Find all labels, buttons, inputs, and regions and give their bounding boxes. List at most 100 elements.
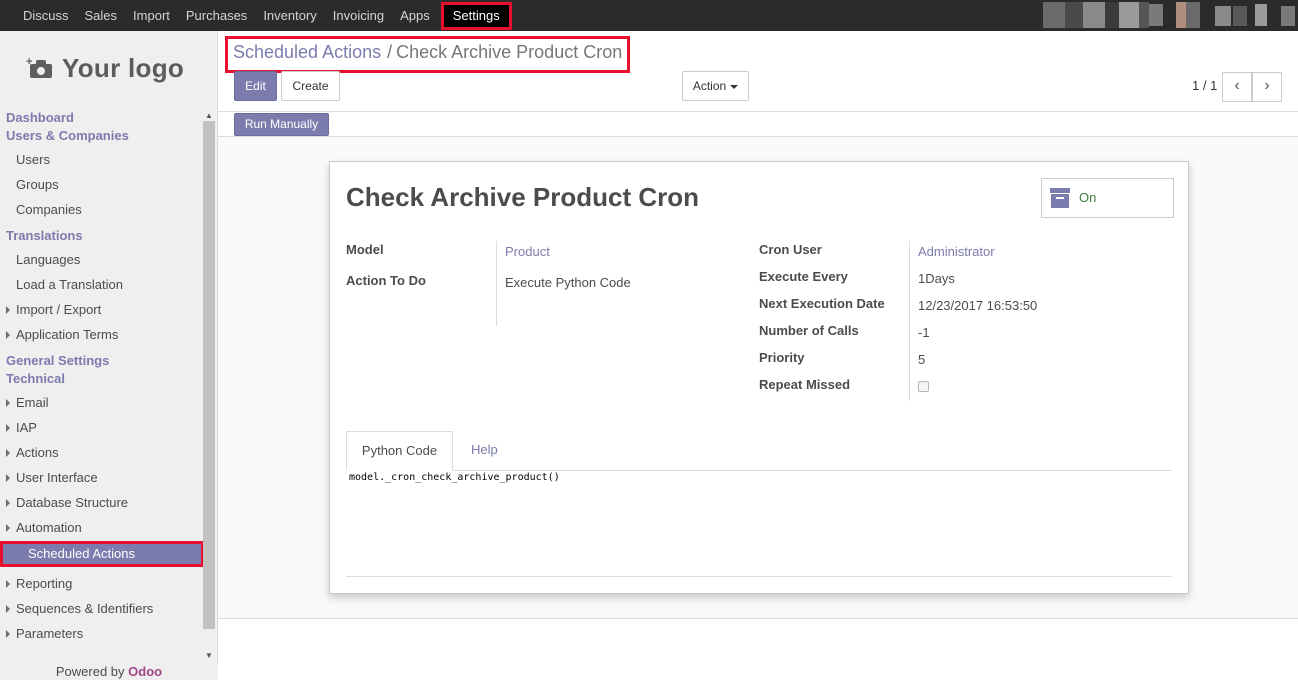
action-dropdown[interactable]: Action xyxy=(682,71,749,101)
caret-right-icon xyxy=(6,423,10,432)
sidebar-item-languages[interactable]: Languages xyxy=(0,247,203,272)
field-value-next-execution-date[interactable]: 12/23/2017 16:53:50 xyxy=(918,298,1037,313)
sidebar-item-label: Database Structure xyxy=(16,495,129,510)
sidebar-item-label: Reporting xyxy=(16,576,73,591)
blurred-user-area[interactable] xyxy=(1043,2,1298,28)
form-sheet: Check Archive Product Cron On Model Acti… xyxy=(329,161,1189,594)
sidebar-item-technical[interactable]: Technical xyxy=(0,370,203,388)
field-label-priority: Priority xyxy=(759,350,805,365)
sidebar-item-label: User Interface xyxy=(16,470,98,485)
notebook-tabs: Python Code Help xyxy=(346,431,1172,471)
sheet-footer-divider xyxy=(346,576,1172,577)
odoo-link[interactable]: Odoo xyxy=(128,664,162,679)
repeat-missed-checkbox[interactable] xyxy=(918,381,929,392)
caret-right-icon xyxy=(6,330,10,339)
status-bar: Run Manually xyxy=(218,111,1298,137)
caret-right-icon xyxy=(6,305,10,314)
logo-text: Your logo xyxy=(62,53,185,83)
sidebar-item-import-export[interactable]: Import / Export xyxy=(0,297,203,322)
breadcrumb-parent[interactable]: Scheduled Actions xyxy=(233,42,381,62)
field-divider xyxy=(496,241,497,326)
sidebar-menu: Dashboard Users & Companies Users Groups… xyxy=(0,106,204,646)
powered-by-text: Powered by xyxy=(55,664,125,679)
sidebar-item-label: Email xyxy=(16,395,49,410)
field-value-execute-every[interactable]: 1Days xyxy=(918,271,955,286)
sidebar-item-load-translation[interactable]: Load a Translation xyxy=(0,272,203,297)
pager-next-button[interactable]: › xyxy=(1252,72,1282,102)
caret-right-icon xyxy=(6,473,10,482)
sidebar-item-label: Actions xyxy=(16,445,59,460)
pager-previous-button[interactable]: ‹ xyxy=(1222,72,1252,102)
sidebar-item-users[interactable]: Users xyxy=(0,147,203,172)
menu-settings[interactable]: Settings xyxy=(440,1,512,30)
field-value-action-to-do[interactable]: Execute Python Code xyxy=(505,275,631,290)
sidebar-item-user-interface[interactable]: User Interface xyxy=(0,465,203,490)
caret-right-icon xyxy=(6,629,10,638)
field-label-number-of-calls: Number of Calls xyxy=(759,323,859,338)
menu-purchases[interactable]: Purchases xyxy=(178,0,255,31)
edit-button[interactable]: Edit xyxy=(234,71,277,101)
run-manually-button[interactable]: Run Manually xyxy=(234,113,329,136)
sidebar-item-actions[interactable]: Actions xyxy=(0,440,203,465)
field-value-number-of-calls[interactable]: -1 xyxy=(918,325,930,340)
menu-inventory[interactable]: Inventory xyxy=(255,0,324,31)
create-button[interactable]: Create xyxy=(281,71,340,101)
menu-import[interactable]: Import xyxy=(125,0,178,31)
tab-python-code[interactable]: Python Code xyxy=(346,431,453,471)
breadcrumb-separator: / xyxy=(387,42,393,62)
app-menu: Discuss Sales Import Purchases Inventory… xyxy=(15,0,512,31)
sidebar-scrollbar-thumb[interactable] xyxy=(203,121,215,629)
sidebar-item-reporting[interactable]: Reporting xyxy=(0,571,203,596)
caret-right-icon xyxy=(6,498,10,507)
field-label-execute-every: Execute Every xyxy=(759,269,848,284)
company-logo[interactable]: + Your logo xyxy=(26,53,185,84)
caret-down-icon xyxy=(6,523,10,532)
field-label-model: Model xyxy=(346,242,384,257)
sidebar-item-translations[interactable]: Translations xyxy=(0,227,203,245)
sidebar-item-label: Parameters xyxy=(16,626,84,641)
control-panel: Scheduled Actions / Check Archive Product … xyxy=(218,31,1298,137)
action-dropdown-label: Action xyxy=(692,79,727,93)
field-label-cron-user: Cron User xyxy=(759,242,822,257)
archive-icon xyxy=(1050,188,1070,208)
menu-sales[interactable]: Sales xyxy=(77,0,126,31)
menu-invoicing[interactable]: Invoicing xyxy=(325,0,392,31)
sidebar-item-automation[interactable]: Automation xyxy=(0,515,203,540)
sidebar-item-scheduled-actions[interactable]: Scheduled Actions xyxy=(0,541,204,567)
caret-right-icon xyxy=(6,579,10,588)
caret-right-icon xyxy=(6,448,10,457)
active-toggle-button[interactable]: On xyxy=(1041,178,1174,218)
field-label-next-execution-date: Next Execution Date xyxy=(759,296,885,311)
breadcrumb: Scheduled Actions / Check Archive Product … xyxy=(224,36,631,73)
sidebar-item-database-structure[interactable]: Database Structure xyxy=(0,490,203,515)
scroll-up-icon[interactable]: ▲ xyxy=(205,111,213,120)
sidebar-item-email[interactable]: Email xyxy=(0,390,203,415)
sidebar-item-groups[interactable]: Groups xyxy=(0,172,203,197)
menu-discuss[interactable]: Discuss xyxy=(15,0,77,31)
field-value-priority[interactable]: 5 xyxy=(918,352,925,367)
pager-value[interactable]: 1 / 1 xyxy=(1192,78,1217,93)
python-code-editor[interactable]: model._cron_check_archive_product() xyxy=(349,472,560,483)
sidebar-item-parameters[interactable]: Parameters xyxy=(0,621,203,646)
caret-right-icon xyxy=(6,398,10,407)
field-value-model[interactable]: Product xyxy=(505,244,550,259)
sidebar-item-application-terms[interactable]: Application Terms xyxy=(0,322,203,347)
field-label-repeat-missed: Repeat Missed xyxy=(759,377,851,392)
content-bottom-divider xyxy=(218,618,1298,619)
chevron-right-icon: › xyxy=(1264,77,1270,94)
sidebar-item-iap[interactable]: IAP xyxy=(0,415,203,440)
sidebar-item-sequences[interactable]: Sequences & Identifiers xyxy=(0,596,203,621)
tab-help[interactable]: Help xyxy=(471,431,498,471)
field-value-cron-user[interactable]: Administrator xyxy=(918,244,995,259)
sidebar-item-companies[interactable]: Companies xyxy=(0,197,203,222)
menu-apps[interactable]: Apps xyxy=(392,0,438,31)
sidebar-item-users-companies[interactable]: Users & Companies xyxy=(0,127,203,145)
scroll-down-icon[interactable]: ▼ xyxy=(205,651,213,660)
sidebar-item-dashboard[interactable]: Dashboard xyxy=(0,109,203,127)
sidebar-item-general-settings[interactable]: General Settings xyxy=(0,352,203,370)
top-navbar: Discuss Sales Import Purchases Inventory… xyxy=(0,0,1298,31)
chevron-left-icon: ‹ xyxy=(1234,77,1240,94)
field-divider xyxy=(909,241,910,401)
breadcrumb-current: Check Archive Product Cron xyxy=(396,42,623,62)
form-view: Check Archive Product Cron On Model Acti… xyxy=(218,137,1298,618)
